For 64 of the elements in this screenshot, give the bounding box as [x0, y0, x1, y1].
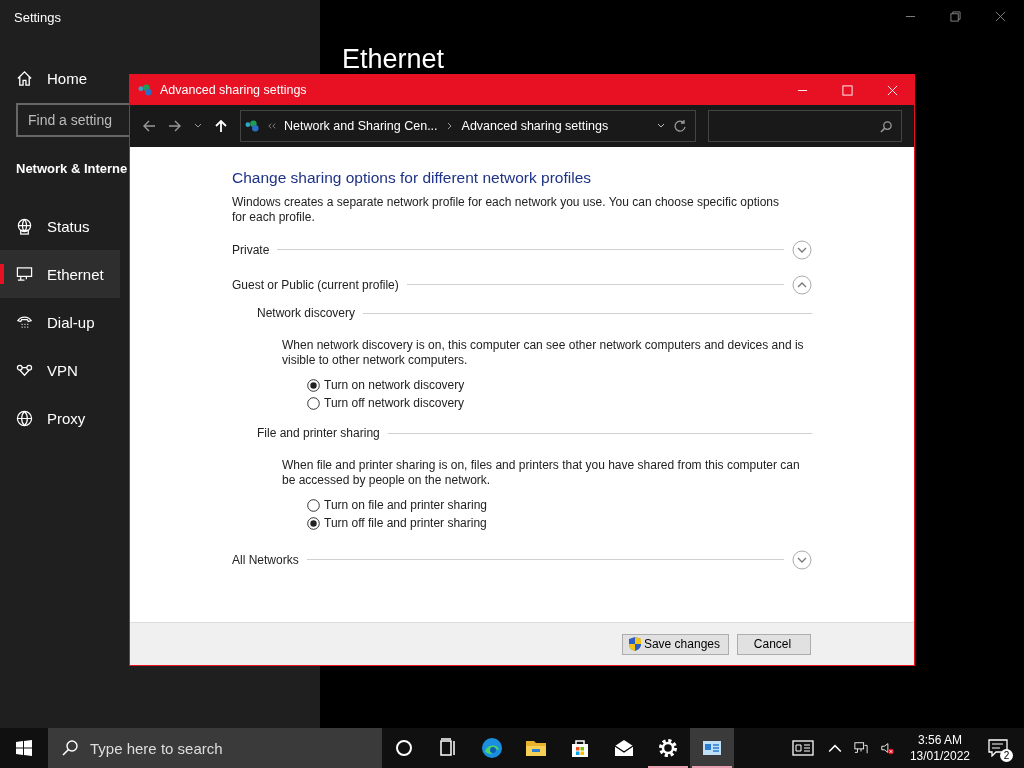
group-heading: Network discovery — [257, 306, 356, 320]
shield-icon — [627, 636, 642, 652]
network-icon — [245, 119, 260, 133]
control-panel-icon[interactable] — [690, 728, 734, 768]
network-icon[interactable] — [853, 741, 868, 755]
nav-item[interactable]: Proxy — [0, 394, 102, 442]
muted-speaker-icon[interactable] — [879, 741, 894, 755]
search-icon — [62, 740, 78, 756]
radio-button[interactable] — [307, 516, 320, 530]
dropdown-icon[interactable] — [194, 122, 202, 130]
nav-item[interactable]: Status — [0, 202, 106, 250]
window-title: Settings — [13, 9, 62, 27]
profile-heading: Private — [232, 242, 270, 257]
radio-button[interactable] — [307, 498, 320, 512]
radio-option[interactable]: Turn on file and printer sharing — [307, 498, 487, 512]
radio-option[interactable]: Turn on network discovery — [307, 378, 465, 392]
page-heading: Change sharing options for different network profiles — [232, 169, 592, 187]
home-link[interactable]: Home — [0, 61, 103, 95]
search-field[interactable] — [708, 110, 902, 142]
phone-icon — [16, 313, 33, 331]
nav-item[interactable]: Ethernet — [0, 250, 120, 298]
save-button[interactable]: Save changes — [621, 633, 729, 655]
radio-option[interactable]: Turn off file and printer sharing — [307, 516, 487, 530]
up-icon[interactable] — [214, 119, 228, 133]
notifications-icon[interactable] — [988, 739, 1008, 757]
close-icon[interactable] — [995, 11, 1006, 22]
address-bar[interactable]: Network and Sharing Cen... Advanced sharing settings — [240, 110, 696, 142]
globe-icon — [16, 217, 33, 235]
breadcrumb-item[interactable]: Advanced sharing settings — [461, 119, 609, 133]
radio-button[interactable] — [307, 378, 320, 392]
network-icon — [138, 83, 153, 97]
dialog-title: Advanced sharing settings — [160, 83, 307, 97]
monitor-icon — [16, 265, 33, 283]
profile-heading: Guest or Public (current profile) — [232, 277, 399, 292]
group-description: When file and printer sharing is on, files and printers that you have shared from this computer can be accessed by people on the network. — [281, 458, 801, 488]
profile-heading: All Networks — [232, 552, 299, 567]
nav-item[interactable]: Dial-up — [0, 298, 111, 346]
intro-text: Windows creates a separate network profile for each network you use. You can choose specific options for each profile. — [232, 195, 780, 225]
chevron-icon — [445, 122, 454, 130]
restore-icon[interactable] — [950, 11, 961, 22]
windows-logo-icon[interactable] — [16, 740, 32, 756]
dropdown-icon[interactable] — [657, 122, 665, 130]
globe-icon — [16, 409, 33, 427]
radio-button[interactable] — [307, 396, 320, 410]
search-field[interactable]: Type here to search — [88, 738, 291, 758]
forward-icon[interactable] — [168, 119, 182, 133]
clock-date[interactable]: 13/01/2022 — [909, 748, 970, 764]
search-icon — [880, 119, 893, 133]
page-title: Ethernet — [342, 44, 445, 75]
cancel-button[interactable]: Cancel — [737, 633, 811, 655]
group-description: When network discovery is on, this computer can see other network computers and devices and is visible to other network computers. — [281, 338, 805, 368]
back-icon[interactable] — [142, 119, 156, 133]
notification-badge: 2 — [1000, 749, 1013, 762]
clock-time[interactable]: 3:56 AM — [917, 732, 962, 748]
chevrons-icon — [268, 122, 276, 130]
nav-item[interactable]: VPN — [0, 346, 94, 394]
refresh-icon[interactable] — [673, 119, 687, 133]
radio-option[interactable]: Turn off network discovery — [307, 396, 465, 410]
search-box[interactable]: Type here to search — [48, 728, 382, 768]
news-icon[interactable] — [791, 740, 814, 756]
home-icon — [16, 69, 33, 87]
group-heading: File and printer sharing — [257, 426, 380, 440]
breadcrumb-item[interactable]: Network and Sharing Cen... — [284, 119, 438, 133]
section-heading: Network & Interne — [15, 161, 129, 176]
